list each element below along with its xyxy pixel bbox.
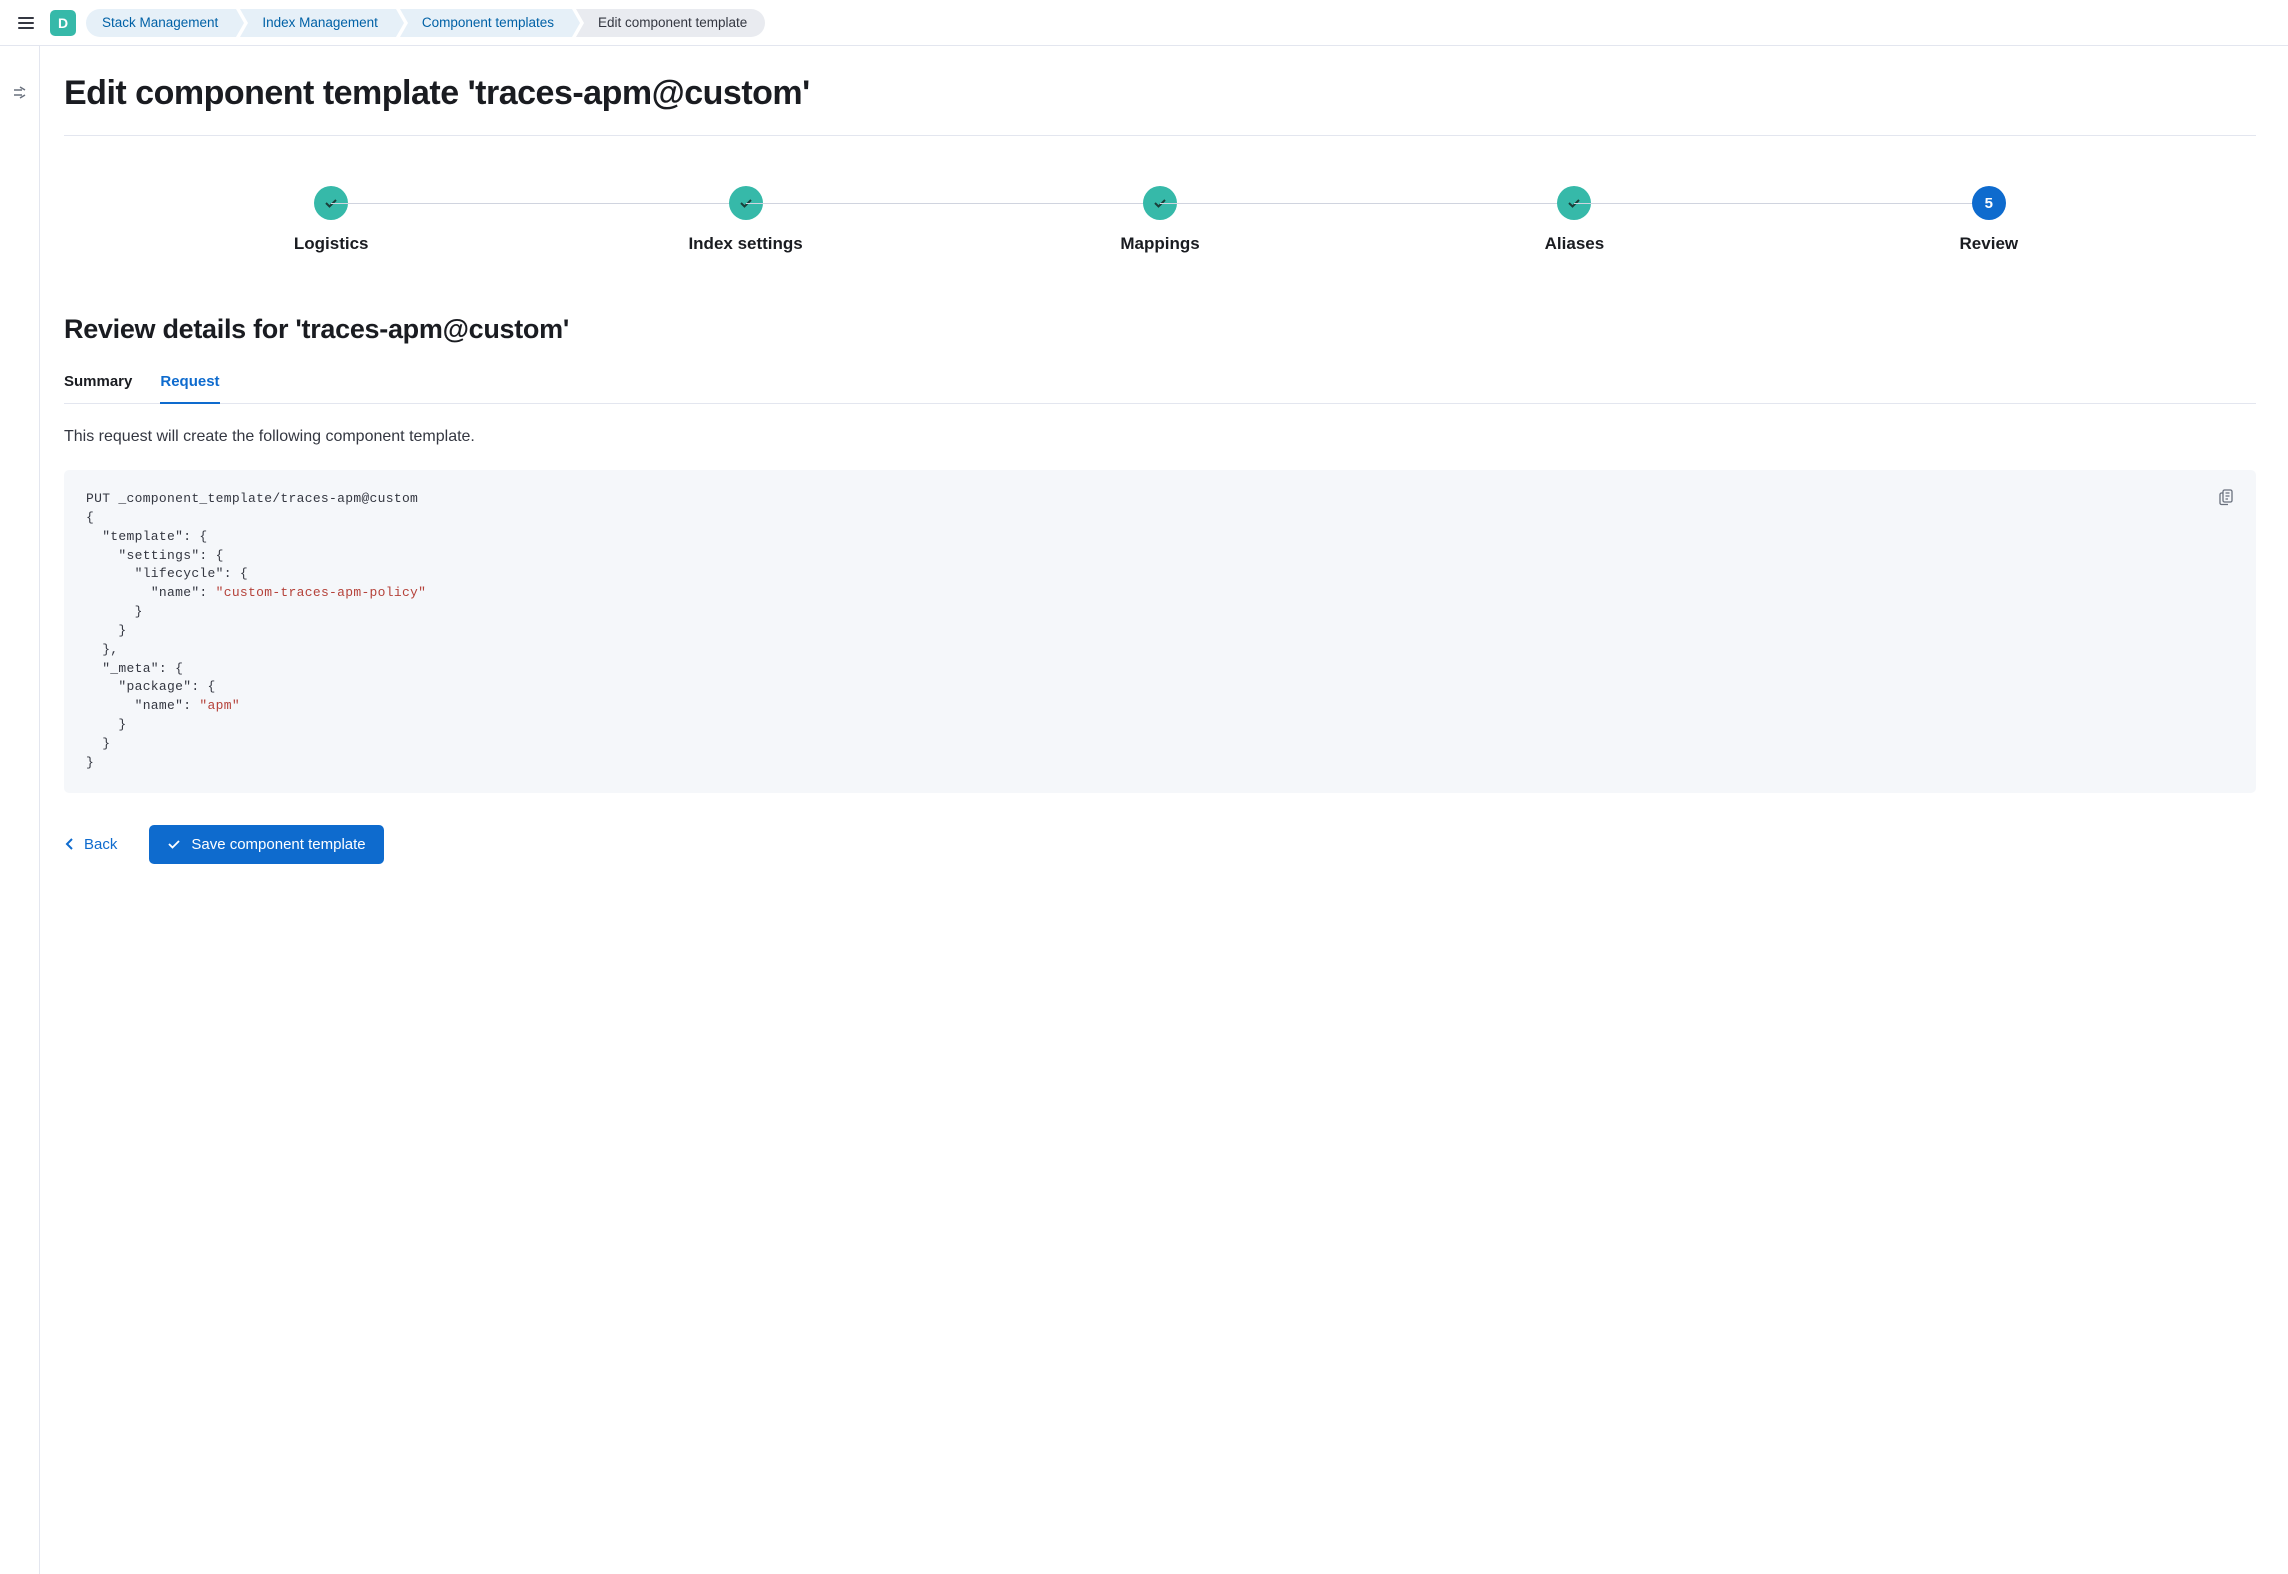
step-mappings[interactable]: Mappings [953, 186, 1367, 254]
tab-summary[interactable]: Summary [64, 373, 132, 404]
copy-icon[interactable] [2214, 484, 2240, 517]
back-button[interactable]: Back [64, 836, 117, 853]
section-title: Review details for 'traces-apm@custom' [64, 314, 2256, 345]
breadcrumb-current: Edit component template [576, 9, 765, 37]
app-badge[interactable]: D [50, 10, 76, 36]
breadcrumb-stack-management[interactable]: Stack Management [86, 9, 236, 37]
form-actions: Back Save component template [64, 825, 2256, 864]
tab-request[interactable]: Request [160, 373, 219, 404]
menu-icon[interactable] [12, 11, 40, 35]
main-content: Edit component template 'traces-apm@cust… [40, 46, 2288, 1574]
top-bar: D Stack Management Index Management Comp… [0, 0, 2288, 46]
step-aliases[interactable]: Aliases [1367, 186, 1781, 254]
left-rail [0, 46, 40, 1574]
step-index-settings[interactable]: Index settings [538, 186, 952, 254]
request-description: This request will create the following c… [64, 428, 2256, 446]
breadcrumb-component-templates[interactable]: Component templates [400, 9, 572, 37]
save-button[interactable]: Save component template [149, 825, 383, 864]
page-title: Edit component template 'traces-apm@cust… [64, 74, 2256, 113]
tabs: Summary Request [64, 373, 2256, 404]
step-review[interactable]: 5 Review [1782, 186, 2196, 254]
breadcrumb-index-management[interactable]: Index Management [240, 9, 396, 37]
divider [64, 135, 2256, 136]
code-content[interactable]: PUT _component_template/traces-apm@custo… [86, 490, 2234, 773]
expand-sidebar-icon[interactable] [12, 86, 28, 1574]
chevron-left-icon [64, 838, 76, 850]
request-code-block: PUT _component_template/traces-apm@custo… [64, 470, 2256, 793]
breadcrumb: Stack Management Index Management Compon… [86, 9, 769, 37]
step-logistics[interactable]: Logistics [124, 186, 538, 254]
step-number: 5 [1972, 186, 2006, 220]
stepper: Logistics Index settings Mappings [124, 186, 2196, 254]
check-icon [167, 837, 181, 851]
